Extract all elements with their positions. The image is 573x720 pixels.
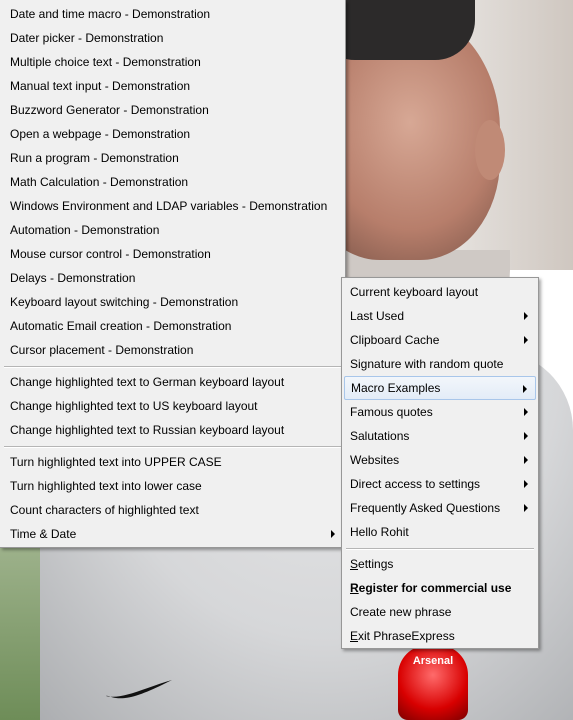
menu-item-current-keyboard-layout[interactable]: Current keyboard layout xyxy=(344,280,536,304)
accelerator-key: E xyxy=(350,629,359,643)
menu-item-label: Current keyboard layout xyxy=(350,285,479,299)
menu-item-delays[interactable]: Delays - Demonstration xyxy=(2,266,343,290)
menu-item-label: Time & Date xyxy=(10,527,77,541)
menu-item-open-webpage[interactable]: Open a webpage - Demonstration xyxy=(2,122,343,146)
submenu-arrow-icon xyxy=(524,432,528,440)
menu-item-label: Last Used xyxy=(350,309,405,323)
menu-item-salutations[interactable]: Salutations xyxy=(344,424,536,448)
menu-item-label: Direct access to settings xyxy=(350,477,481,491)
menu-item-label: Famous quotes xyxy=(350,405,433,419)
menu-item-exit[interactable]: Exit PhraseExpress xyxy=(344,624,536,648)
menu-item-multiple-choice[interactable]: Multiple choice text - Demonstration xyxy=(2,50,343,74)
submenu-arrow-icon xyxy=(331,530,335,538)
macro-examples-submenu: Date and time macro - Demonstration Date… xyxy=(0,0,346,548)
menu-item-signature-random-quote[interactable]: Signature with random quote xyxy=(344,352,536,376)
menu-item-label: Hello Rohit xyxy=(350,525,409,539)
menu-item-label: Signature with random quote xyxy=(350,357,504,371)
submenu-arrow-icon xyxy=(524,456,528,464)
menu-item-label: egister for commercial use xyxy=(358,581,512,595)
menu-item-clipboard-cache[interactable]: Clipboard Cache xyxy=(344,328,536,352)
menu-item-last-used[interactable]: Last Used xyxy=(344,304,536,328)
menu-item-label: Create new phrase xyxy=(350,605,452,619)
phraseexpress-main-menu: Current keyboard layout Last Used Clipbo… xyxy=(341,277,539,649)
menu-separator xyxy=(346,548,534,549)
menu-item-label: xit PhraseExpress xyxy=(358,629,455,643)
menu-item-math-calculation[interactable]: Math Calculation - Demonstration xyxy=(2,170,343,194)
accelerator-key: R xyxy=(350,581,359,595)
menu-item-macro-examples[interactable]: Macro Examples xyxy=(344,376,536,400)
menu-item-register-commercial[interactable]: Register for commercial use xyxy=(344,576,536,600)
menu-item-famous-quotes[interactable]: Famous quotes xyxy=(344,400,536,424)
menu-item-russian-layout[interactable]: Change highlighted text to Russian keybo… xyxy=(2,418,343,442)
accelerator-key: S xyxy=(350,557,359,571)
menu-item-buzzword-generator[interactable]: Buzzword Generator - Demonstration xyxy=(2,98,343,122)
menu-item-cursor-placement[interactable]: Cursor placement - Demonstration xyxy=(2,338,343,362)
menu-item-mouse-cursor-control[interactable]: Mouse cursor control - Demonstration xyxy=(2,242,343,266)
menu-item-settings[interactable]: Settings xyxy=(344,552,536,576)
menu-item-hello-rohit[interactable]: Hello Rohit xyxy=(344,520,536,544)
menu-item-automatic-email[interactable]: Automatic Email creation - Demonstration xyxy=(2,314,343,338)
menu-item-label: Frequently Asked Questions xyxy=(350,501,501,515)
menu-item-run-program[interactable]: Run a program - Demonstration xyxy=(2,146,343,170)
menu-item-lower-case[interactable]: Turn highlighted text into lower case xyxy=(2,474,343,498)
swoosh-logo-icon xyxy=(106,680,172,699)
menu-item-upper-case[interactable]: Turn highlighted text into UPPER CASE xyxy=(2,450,343,474)
submenu-arrow-icon xyxy=(524,312,528,320)
menu-item-windows-environment[interactable]: Windows Environment and LDAP variables -… xyxy=(2,194,343,218)
menu-item-label: Websites xyxy=(350,453,400,467)
submenu-arrow-icon xyxy=(524,408,528,416)
menu-item-label: Salutations xyxy=(350,429,410,443)
menu-item-dater-picker[interactable]: Dater picker - Demonstration xyxy=(2,26,343,50)
submenu-arrow-icon xyxy=(524,336,528,344)
menu-item-count-characters[interactable]: Count characters of highlighted text xyxy=(2,498,343,522)
menu-separator xyxy=(4,446,341,447)
submenu-arrow-icon xyxy=(524,504,528,512)
photo-grass xyxy=(0,540,40,720)
menu-item-direct-access-settings[interactable]: Direct access to settings xyxy=(344,472,536,496)
menu-item-time-date[interactable]: Time & Date xyxy=(2,522,343,546)
submenu-arrow-icon xyxy=(524,480,528,488)
menu-item-label: Clipboard Cache xyxy=(350,333,440,347)
menu-item-date-time-macro[interactable]: Date and time macro - Demonstration xyxy=(2,2,343,26)
photo-ear xyxy=(475,120,505,180)
club-badge-text: Arsenal xyxy=(412,655,454,667)
menu-item-automation[interactable]: Automation - Demonstration xyxy=(2,218,343,242)
menu-item-label: ettings xyxy=(358,557,394,571)
menu-separator xyxy=(4,366,341,367)
menu-item-websites[interactable]: Websites xyxy=(344,448,536,472)
menu-item-faq[interactable]: Frequently Asked Questions xyxy=(344,496,536,520)
submenu-arrow-icon xyxy=(523,385,527,393)
menu-item-label: Macro Examples xyxy=(351,381,441,395)
menu-item-create-new-phrase[interactable]: Create new phrase xyxy=(344,600,536,624)
menu-item-keyboard-layout-switching[interactable]: Keyboard layout switching - Demonstratio… xyxy=(2,290,343,314)
menu-item-us-layout[interactable]: Change highlighted text to US keyboard l… xyxy=(2,394,343,418)
menu-item-german-layout[interactable]: Change highlighted text to German keyboa… xyxy=(2,370,343,394)
menu-item-manual-text-input[interactable]: Manual text input - Demonstration xyxy=(2,74,343,98)
